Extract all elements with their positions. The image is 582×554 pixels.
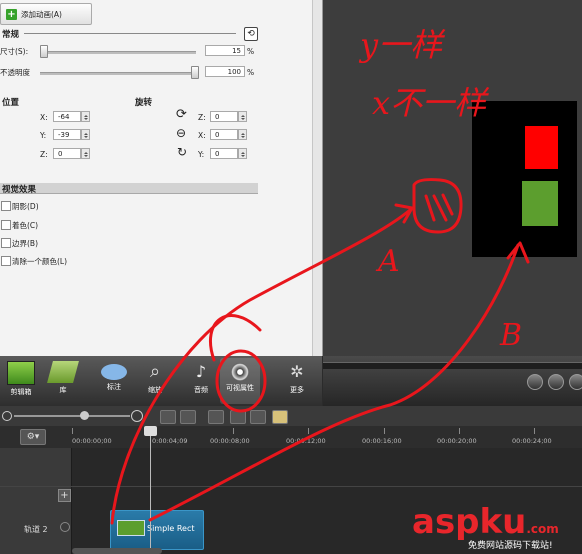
watermark: aspku.com [412,502,559,542]
watermark-suffix: .com [526,522,559,536]
annotation-label-a: A [378,244,400,279]
watermark-brand: aspku [412,502,527,542]
annotation-hatch [424,193,454,222]
watermark-tagline: 免费网站源码下载站! [468,541,553,551]
arrow-b-line [148,243,520,522]
annotation-y-same: y一样 [360,26,443,64]
annotation-overlay [110,178,530,525]
annotation-circle [215,349,267,413]
annotation-label-b: B [500,318,523,353]
annotation-x-diff: x不一样 [372,84,487,122]
arrow-b-head [506,241,530,264]
